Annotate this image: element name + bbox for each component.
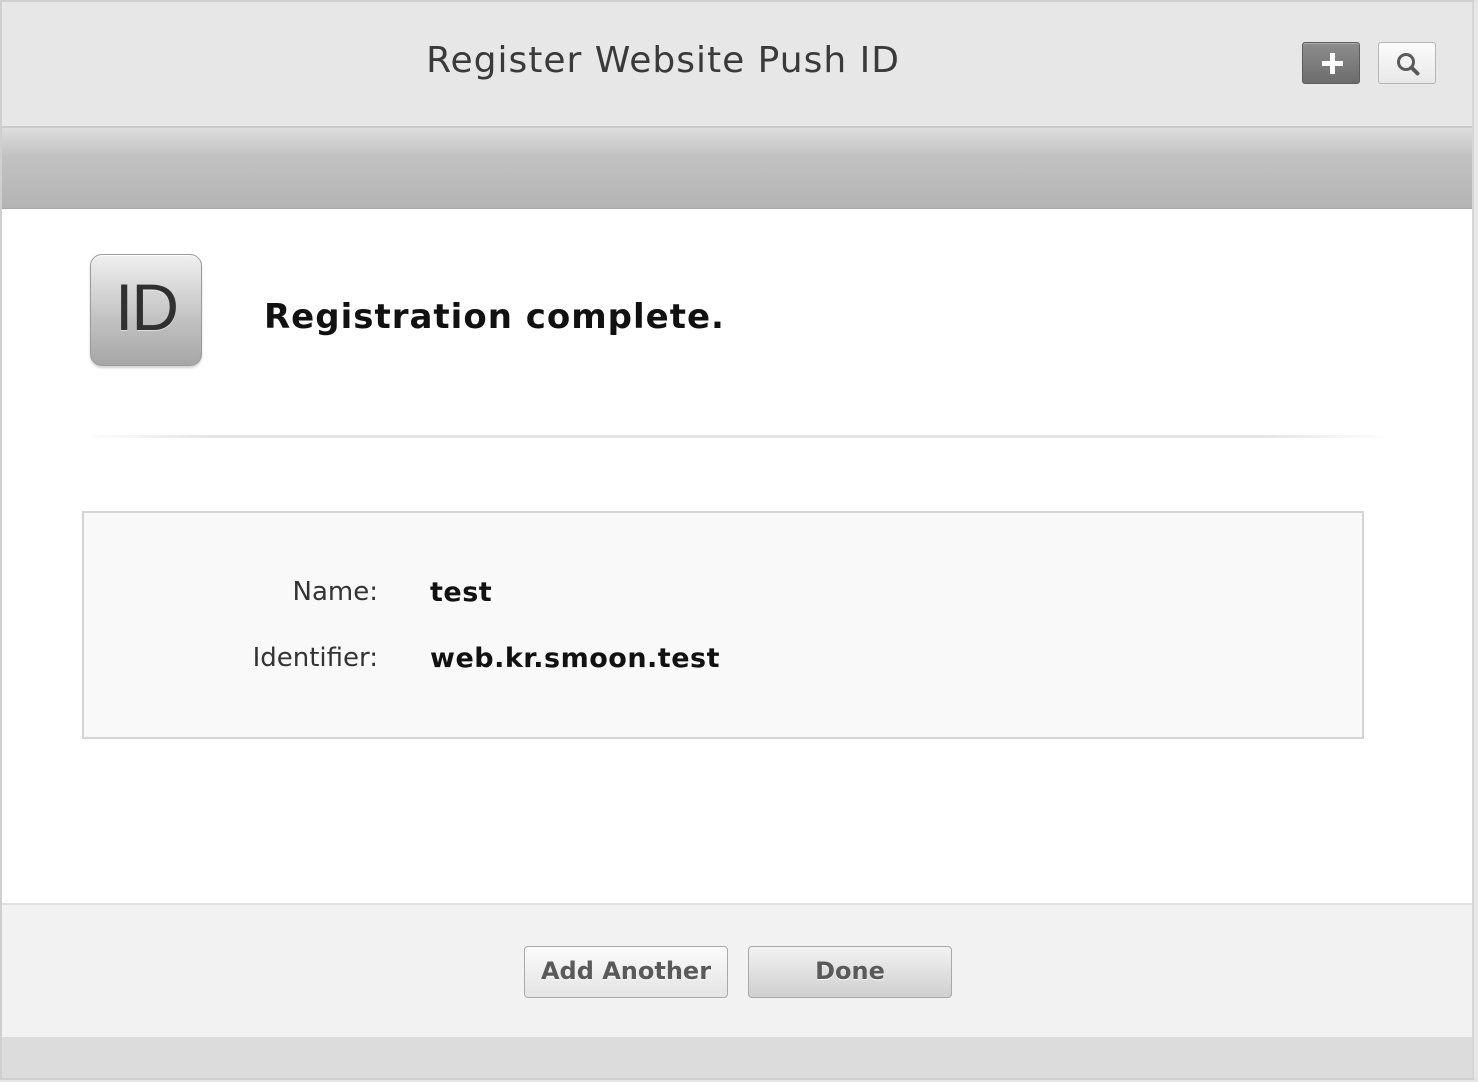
plus-icon <box>1322 53 1343 74</box>
search-icon <box>1397 53 1420 76</box>
add-button[interactable] <box>1302 42 1360 84</box>
search-button[interactable] <box>1378 42 1436 84</box>
identifier-label: Identifier: <box>252 643 378 673</box>
detail-row-name: Name: test <box>84 577 1362 617</box>
title-bar: Register Website Push ID <box>2 2 1472 128</box>
id-icon-text: ID <box>115 270 179 344</box>
toolbar-strip <box>2 128 1472 209</box>
footer-bar: Add Another Done <box>2 903 1472 1039</box>
main-content: ID Registration complete. Name: test Ide… <box>2 209 1472 903</box>
details-panel: Name: test Identifier: web.kr.smoon.test <box>82 511 1364 739</box>
detail-row-identifier: Identifier: web.kr.smoon.test <box>84 643 1362 683</box>
status-heading: Registration complete. <box>264 297 725 337</box>
bottom-strip <box>2 1037 1472 1078</box>
name-label: Name: <box>292 577 378 607</box>
window-title: Register Website Push ID <box>426 40 900 81</box>
identifier-value: web.kr.smoon.test <box>430 643 720 674</box>
name-value: test <box>430 577 493 608</box>
done-button[interactable]: Done <box>748 946 952 998</box>
add-another-button[interactable]: Add Another <box>524 946 728 998</box>
id-icon: ID <box>90 254 202 366</box>
divider <box>82 435 1392 438</box>
register-push-id-window: Register Website Push ID ID Registration… <box>0 0 1474 1080</box>
